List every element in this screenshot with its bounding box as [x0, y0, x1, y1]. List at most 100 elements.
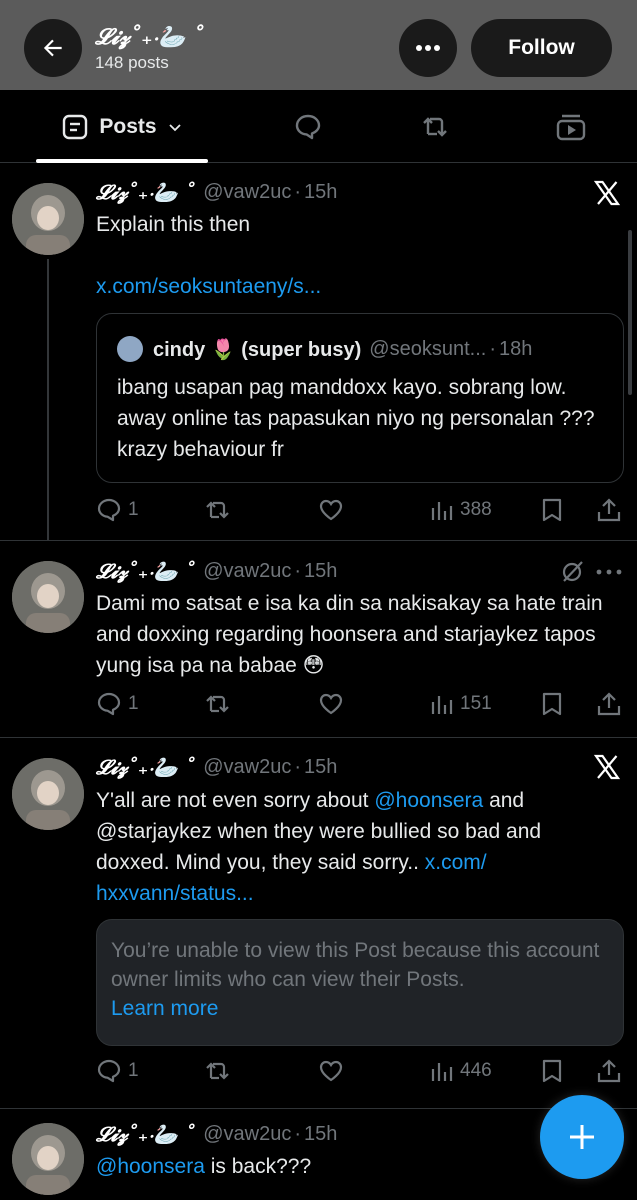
avatar[interactable] — [12, 758, 84, 830]
post-time[interactable]: 15h — [304, 756, 337, 779]
bookmark-button[interactable] — [540, 495, 564, 525]
post-link[interactable]: x.com/seoksuntaeny/s... — [96, 271, 616, 302]
repost-icon — [206, 501, 229, 519]
follow-button[interactable]: Follow — [471, 19, 612, 77]
reply-count: 1 — [128, 693, 139, 714]
author-handle[interactable]: @vaw2uc — [203, 560, 291, 583]
share-button[interactable] — [596, 1056, 622, 1086]
bar-chart-icon — [431, 1063, 453, 1081]
repost-button[interactable] — [204, 1056, 230, 1086]
author-name[interactable]: 𝓛𝓲𝔃˚₊‧🦢 ˚ — [96, 559, 195, 583]
share-icon — [597, 498, 621, 522]
restricted-post-notice: You’re unable to view this Post because … — [96, 919, 624, 1046]
separator-dot: · — [294, 1122, 302, 1145]
bookmark-button[interactable] — [540, 1056, 564, 1086]
author-handle[interactable]: @vaw2uc — [203, 756, 291, 779]
bookmark-icon — [542, 1059, 562, 1083]
views-button[interactable]: 446 — [430, 1056, 492, 1086]
grok-icon[interactable] — [560, 558, 586, 584]
post-actions: 1 151 — [96, 689, 626, 719]
author-handle[interactable]: @vaw2uc — [203, 181, 291, 204]
avatar[interactable] — [12, 183, 84, 255]
author-handle[interactable]: @vaw2uc — [203, 1123, 291, 1146]
author-name[interactable]: 𝓛𝓲𝔃˚₊‧🦢 ˚ — [96, 1122, 195, 1146]
more-options-button[interactable] — [399, 19, 457, 77]
heart-icon — [319, 1060, 343, 1082]
posts-count: 148 posts — [95, 53, 169, 72]
tab-posts[interactable]: Posts — [36, 90, 208, 163]
bookmark-icon — [542, 692, 562, 716]
heart-icon — [319, 499, 343, 521]
profile-name: 𝓛𝓲𝔃˚₊‧🦢 ˚ — [95, 24, 205, 50]
video-icon — [556, 114, 586, 141]
profile-header: 𝓛𝓲𝔃˚₊‧🦢 ˚ 148 posts Follow — [0, 0, 637, 90]
views-button[interactable]: 151 — [430, 689, 492, 719]
reply-icon — [97, 1059, 121, 1083]
post-time[interactable]: 15h — [304, 560, 337, 583]
scrollbar[interactable] — [628, 230, 632, 395]
tab-media[interactable] — [556, 112, 586, 142]
reply-button[interactable]: 1 — [96, 495, 139, 525]
tab-replies[interactable] — [293, 112, 323, 142]
reply-count: 1 — [128, 499, 139, 520]
share-icon — [597, 692, 621, 716]
post-header: 𝓛𝓲𝔃˚₊‧🦢 ˚ @vaw2uc · 15h — [96, 1120, 337, 1148]
avatar[interactable] — [12, 561, 84, 633]
separator-dot: · — [294, 559, 302, 582]
author-name[interactable]: 𝓛𝓲𝔃˚₊‧🦢 ˚ — [96, 180, 195, 204]
reply-button[interactable]: 1 — [96, 689, 139, 719]
quoted-post[interactable]: cindy 🌷 (super busy) @seoksunt... · 18h … — [96, 313, 624, 483]
repost-button[interactable] — [204, 689, 230, 719]
reply-icon — [97, 498, 121, 522]
post-time[interactable]: 15h — [304, 1123, 337, 1146]
author-name[interactable]: 𝓛𝓲𝔃˚₊‧🦢 ˚ — [96, 755, 195, 779]
like-button[interactable] — [318, 689, 344, 719]
post-item[interactable]: 𝓛𝓲𝔃˚₊‧🦢 ˚ @vaw2uc · 15h Explain this the… — [0, 163, 637, 540]
post-text: @hoonsera is back??? — [96, 1151, 616, 1182]
repost-icon — [206, 1062, 229, 1080]
bar-chart-icon — [431, 696, 453, 714]
learn-more-link[interactable]: Learn more — [111, 997, 218, 1020]
bar-chart-icon — [431, 502, 453, 520]
tab-reposts[interactable] — [420, 112, 450, 142]
back-button[interactable] — [24, 19, 82, 77]
mention-link[interactable]: @hoonsera — [96, 1155, 205, 1178]
bookmark-button[interactable] — [540, 689, 564, 719]
restricted-message: You’re unable to view this Post because … — [111, 936, 616, 1023]
repost-button[interactable] — [204, 495, 230, 525]
post-header: 𝓛𝓲𝔃˚₊‧🦢 ˚ @vaw2uc · 15h — [96, 178, 337, 206]
post-item[interactable]: 𝓛𝓲𝔃˚₊‧🦢 ˚ @vaw2uc · 15h Y'all are not ev… — [0, 738, 637, 1110]
post-text: Explain this then — [96, 213, 251, 236]
views-button[interactable]: 388 — [430, 495, 492, 525]
separator-dot: · — [294, 755, 302, 778]
quote-time: 18h — [498, 337, 533, 360]
share-button[interactable] — [596, 689, 622, 719]
post-header: 𝓛𝓲𝔃˚₊‧🦢 ˚ @vaw2uc · 15h — [96, 753, 337, 781]
heart-icon — [319, 693, 343, 715]
plus-icon — [570, 1125, 594, 1149]
like-button[interactable] — [318, 1056, 344, 1086]
thread-line — [47, 259, 49, 540]
avatar[interactable] — [12, 1123, 84, 1195]
post-link[interactable]: x.com/ — [425, 851, 487, 874]
compose-post-button[interactable] — [540, 1095, 624, 1179]
post-item[interactable]: 𝓛𝓲𝔃˚₊‧🦢 ˚ @vaw2uc · 15h Dami mo satsat e… — [0, 541, 637, 737]
arrow-left-icon — [43, 39, 62, 57]
post-actions: 1 388 — [96, 495, 626, 525]
separator-dot: · — [294, 180, 302, 203]
reply-button[interactable]: 1 — [96, 1056, 139, 1086]
view-count: 151 — [460, 693, 492, 714]
separator-dot: · — [489, 337, 496, 360]
tab-posts-label: Posts — [99, 114, 157, 138]
posts-filter-icon — [63, 114, 88, 139]
post-actions: 1 446 — [96, 1056, 626, 1086]
more-options-icon[interactable] — [596, 569, 622, 575]
share-button[interactable] — [596, 495, 622, 525]
post-time[interactable]: 15h — [304, 181, 337, 204]
like-button[interactable] — [318, 495, 344, 525]
quote-header: cindy 🌷 (super busy) @seoksunt... · 18h — [117, 336, 532, 362]
quote-avatar — [117, 336, 143, 362]
mention-link[interactable]: @hoonsera — [374, 789, 483, 812]
post-link[interactable]: hxxvann/status... — [96, 882, 254, 905]
quote-author-handle: @seoksunt... — [369, 337, 487, 360]
